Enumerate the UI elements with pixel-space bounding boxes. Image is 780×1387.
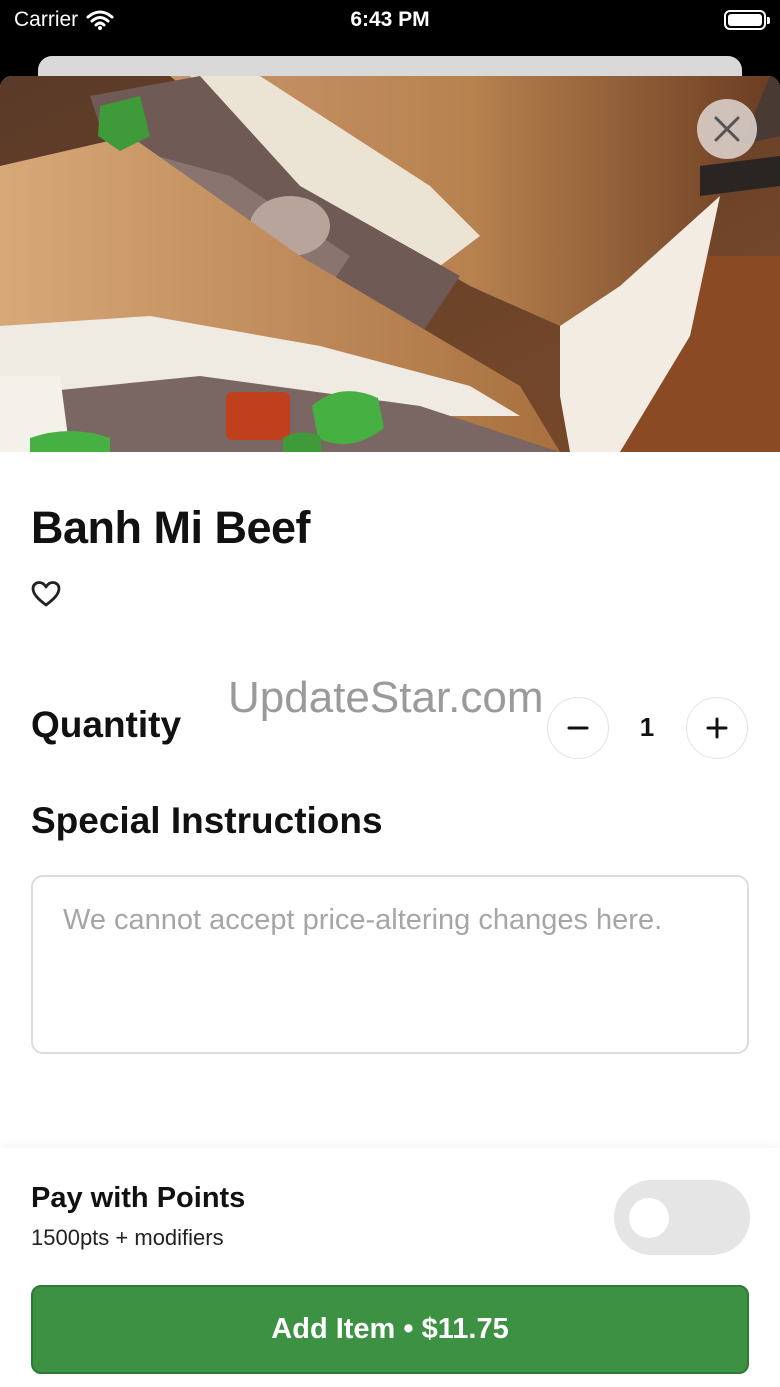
close-button[interactable]: [697, 99, 757, 159]
status-bar: Carrier 6:43 PM: [0, 0, 780, 40]
battery-icon: [724, 10, 770, 30]
increase-quantity-button[interactable]: [686, 697, 748, 759]
add-item-button[interactable]: Add Item • $11.75: [31, 1285, 749, 1374]
quantity-label: Quantity: [31, 704, 182, 745]
pay-with-points-toggle[interactable]: [614, 1180, 750, 1255]
close-icon: [714, 116, 740, 142]
checkout-footer: Pay with Points 1500pts + modifiers Add …: [0, 1148, 780, 1387]
item-photo: [0, 76, 780, 452]
special-instructions-input[interactable]: [31, 875, 749, 1054]
toggle-knob: [629, 1198, 669, 1238]
watermark: UpdateStar.com: [228, 673, 544, 722]
quantity-value: 1: [639, 712, 655, 742]
minus-icon: [567, 726, 589, 730]
item-detail-sheet: Banh Mi Beef Quantity UpdateStar.com 1 S…: [0, 76, 780, 1387]
plus-icon: [706, 717, 728, 739]
heart-icon[interactable]: [31, 580, 61, 608]
pay-with-points-title: Pay with Points: [31, 1182, 246, 1214]
special-instructions-label: Special Instructions: [31, 800, 383, 841]
item-title: Banh Mi Beef: [31, 502, 311, 553]
pay-with-points-subtitle: 1500pts + modifiers: [31, 1225, 224, 1250]
status-time: 6:43 PM: [350, 8, 430, 31]
decrease-quantity-button[interactable]: [547, 697, 609, 759]
